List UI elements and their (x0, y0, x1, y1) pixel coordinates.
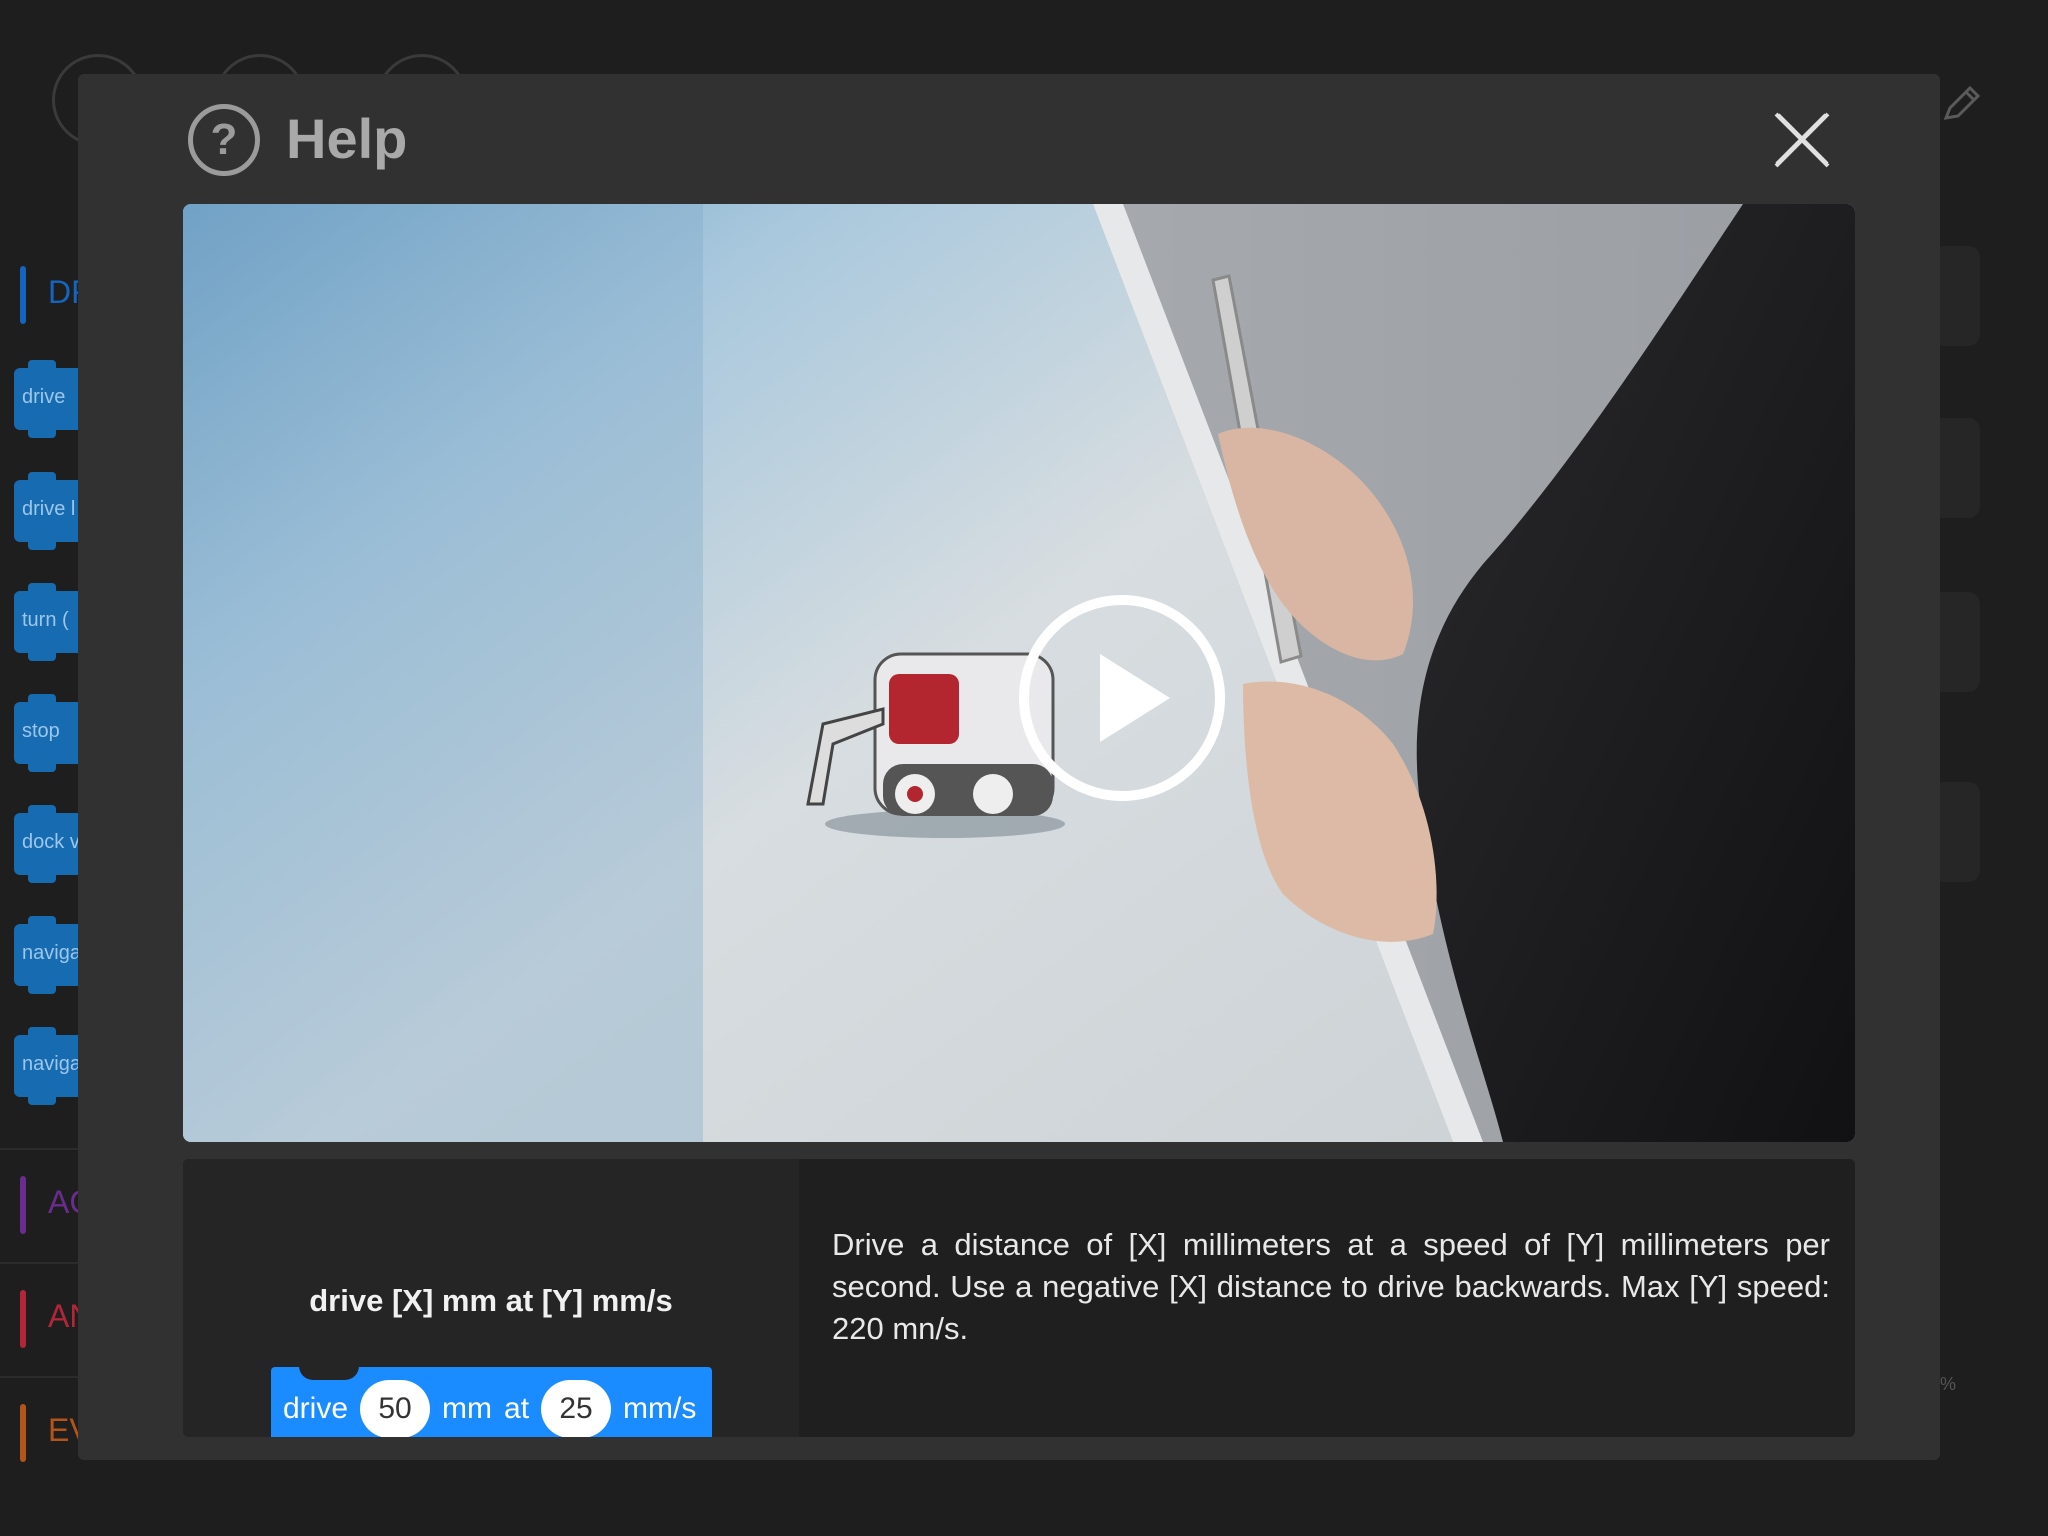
category-color-bar (20, 266, 26, 324)
category-color-bar (20, 1290, 26, 1348)
app-root: DR drive drive l turn ( stop dock v navi… (0, 0, 2048, 1536)
category-color-bar (20, 1404, 26, 1462)
block-word: mm/s (623, 1392, 697, 1425)
distance-value-field: 50 (360, 1380, 431, 1437)
drive-block-sample: drive 50 mm at 25 mm/s (271, 1366, 713, 1437)
block-preview: drive [X] mm at [Y] mm/s drive 50 mm at … (183, 1159, 799, 1437)
speed-value-field: 25 (541, 1380, 612, 1437)
help-video[interactable] (183, 204, 1855, 1142)
block-word: drive (283, 1392, 349, 1425)
modal-header: ? Help (78, 74, 1940, 204)
category-color-bar (20, 1176, 26, 1234)
block-signature: drive [X] mm at [Y] mm/s (309, 1283, 673, 1318)
block-word: mm (442, 1392, 493, 1425)
block-info-panel: drive [X] mm at [Y] mm/s drive 50 mm at … (183, 1159, 1855, 1437)
block-description: Drive a distance of [X] millimeters at a… (832, 1227, 1830, 1346)
close-icon[interactable] (1770, 108, 1834, 172)
help-modal: ? Help drive [X] mm at [Y] mm/s drive 50… (78, 74, 1940, 1460)
help-icon: ? (188, 104, 260, 176)
block-description-area: Drive a distance of [X] millimeters at a… (799, 1159, 1855, 1437)
pencil-icon[interactable] (1938, 80, 1984, 126)
block-word: at (504, 1392, 530, 1425)
play-icon[interactable] (1016, 592, 1228, 804)
modal-title: Help (286, 107, 408, 170)
